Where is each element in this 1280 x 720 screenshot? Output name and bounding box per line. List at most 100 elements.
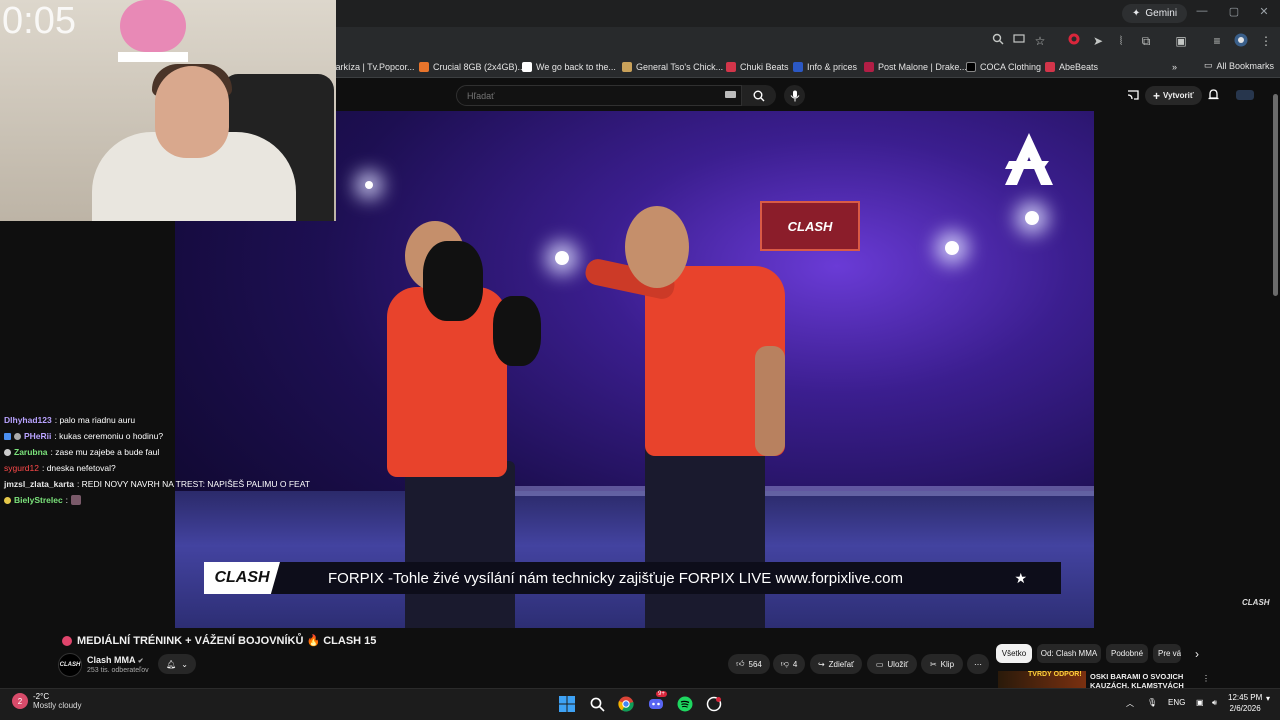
- badge-icon: [4, 432, 11, 440]
- spotify-taskbar-button[interactable]: [675, 694, 695, 714]
- channel-name[interactable]: Clash MMA ✔: [87, 655, 144, 665]
- search-icon: [590, 697, 605, 712]
- create-label: Vytvoriť: [1163, 91, 1194, 100]
- weather-icon: 2: [12, 693, 28, 709]
- system-clock[interactable]: 12:45 PM 2/6/2026: [1228, 692, 1262, 714]
- video-title-row: MEDIÁLNÍ TRÉNINK + VÁŽENÍ BOJOVNÍKŮ 🔥 CL…: [62, 634, 376, 647]
- channel-watermark[interactable]: CLASH: [1242, 598, 1270, 607]
- search-input[interactable]: [457, 86, 741, 106]
- chat-message: Zarubna : zase mu zajebe a bude faul: [0, 444, 320, 460]
- zoom-icon[interactable]: [990, 33, 1006, 49]
- windows-taskbar: [0, 688, 1280, 720]
- like-count: 564: [748, 659, 762, 669]
- network-icon[interactable]: ▣: [1196, 698, 1204, 707]
- language-indicator[interactable]: ENG: [1168, 698, 1185, 707]
- microphone-tray-icon[interactable]: 🎙︎: [1147, 698, 1157, 707]
- recommendation-thumbnail[interactable]: TVRDÝ ODPOR!: [998, 671, 1086, 688]
- bookmark-item[interactable]: Post Malone | Drake...: [864, 60, 967, 74]
- chip-all[interactable]: Všetko: [996, 644, 1032, 663]
- create-button[interactable]: + Vytvoriť: [1145, 86, 1202, 105]
- search-button[interactable]: [742, 85, 776, 106]
- extension-wave-icon[interactable]: ⦚: [1113, 33, 1129, 49]
- account-avatar[interactable]: [1236, 88, 1254, 102]
- bookmark-item[interactable]: We go back to the...: [522, 60, 616, 74]
- chat-text: : palo ma riadnu auru: [54, 415, 136, 425]
- bookmark-item[interactable]: General Tso's Chick...: [622, 60, 723, 74]
- more-actions-button[interactable]: ⋯: [967, 654, 989, 674]
- bookmark-item[interactable]: Markíza | Tv.Popcor...: [328, 60, 415, 74]
- cast-icon: [1127, 90, 1139, 100]
- bookmark-item[interactable]: AbeBeats: [1045, 60, 1098, 74]
- channel-avatar[interactable]: CLASH: [58, 653, 82, 677]
- chip-from-channel[interactable]: Od: Clash MMA: [1037, 644, 1101, 663]
- chrome-taskbar-button[interactable]: [616, 694, 636, 714]
- bookmarks-overflow-icon[interactable]: »: [1172, 60, 1177, 74]
- subscription-bell-button[interactable]: 🔔︎ ⌄: [158, 654, 196, 674]
- minimize-icon[interactable]: —: [1192, 5, 1212, 17]
- cast-button[interactable]: [1126, 88, 1140, 102]
- profile-avatar-icon[interactable]: [1233, 33, 1249, 49]
- clip-button[interactable]: ✂ Klip: [921, 654, 963, 674]
- extension-arrow-icon[interactable]: ➤: [1090, 33, 1106, 49]
- bookmark-item[interactable]: COCA Clothing: [966, 60, 1041, 74]
- arena-light: [555, 251, 569, 265]
- chat-username: sygurd12: [4, 463, 39, 473]
- share-button[interactable]: ↪ Zdieľať: [810, 654, 862, 674]
- dislike-button[interactable]: 👎︎ 4: [773, 654, 805, 674]
- bookmark-item[interactable]: Chuki Beats: [726, 60, 789, 74]
- start-button[interactable]: [557, 694, 577, 714]
- sidepanel-icon[interactable]: ▣: [1173, 33, 1189, 49]
- bookmark-item[interactable]: Crucial 8GB (2x4GB)...: [419, 60, 525, 74]
- chevron-right-icon[interactable]: ›: [1186, 644, 1208, 663]
- arena-light: [945, 241, 959, 255]
- video-title: MEDIÁLNÍ TRÉNINK + VÁŽENÍ BOJOVNÍKŮ 🔥 CL…: [77, 635, 377, 647]
- search-box[interactable]: [456, 85, 742, 106]
- clock-date: 2/6/2026: [1229, 704, 1261, 713]
- notification-center-icon[interactable]: ▾: [1266, 694, 1270, 703]
- all-bookmarks-label: All Bookmarks: [1216, 60, 1275, 71]
- bookmark-star-icon[interactable]: ☆: [1032, 33, 1048, 49]
- chat-username: jmzsl_zlata_karta: [4, 479, 74, 489]
- sponsor-banner: CLASH FORPIX -Tohle živé vysílání nám te…: [204, 562, 1061, 594]
- recommendation-menu-icon[interactable]: ⋮: [1198, 671, 1214, 685]
- maximize-icon[interactable]: ▢: [1224, 5, 1244, 18]
- chat-text: : REDI NOVY NAVRH NA TREST: NAPIŠEŠ PALI…: [76, 479, 310, 489]
- share-arrow-icon: ↪: [817, 659, 825, 669]
- keyboard-icon[interactable]: [725, 91, 736, 98]
- close-icon[interactable]: ✕: [1254, 5, 1274, 18]
- minnie-doll: [120, 0, 186, 52]
- app-icon: [706, 696, 722, 712]
- scrollbar-thumb[interactable]: [1273, 94, 1278, 296]
- bookmark-item[interactable]: Info & prices: [793, 60, 857, 74]
- google-favicon-icon: [522, 62, 532, 72]
- chip-related[interactable]: Podobné: [1106, 644, 1148, 663]
- recommendation-title[interactable]: OSKI BARAMI O SVOJICH KAUZÁCH, KLAMSTVÁC…: [1090, 672, 1190, 688]
- discord-taskbar-button[interactable]: 9+: [646, 691, 667, 714]
- volume-icon[interactable]: 🔊︎: [1212, 698, 1217, 708]
- verified-icon: ✔: [137, 658, 144, 665]
- like-button[interactable]: 👍︎ 564: [728, 654, 770, 674]
- gemini-button[interactable]: ✦ Gemini: [1122, 4, 1188, 23]
- chat-username: Zarubna: [14, 447, 48, 457]
- menu-kebab-icon[interactable]: ⋮: [1258, 33, 1274, 49]
- taskbar-search-button[interactable]: [587, 694, 607, 714]
- all-bookmarks-button[interactable]: ▭ All Bookmarks: [1204, 60, 1274, 71]
- weather-widget[interactable]: 2 -2°C Mostly cloudy: [12, 692, 81, 710]
- save-button[interactable]: ▭ Uložiť: [867, 654, 917, 674]
- badge-icon: [4, 448, 11, 456]
- tray-overflow-icon[interactable]: ︿: [1126, 698, 1134, 709]
- cast-icon[interactable]: [1011, 33, 1027, 49]
- voice-search-button[interactable]: [784, 85, 805, 106]
- clip-label: Klip: [940, 659, 955, 669]
- extension-opera-icon[interactable]: [1066, 33, 1082, 49]
- extensions-puzzle-icon[interactable]: ⧉: [1138, 33, 1154, 49]
- microphone-icon: [790, 90, 799, 101]
- weather-desc: Mostly cloudy: [33, 701, 82, 710]
- emote-icon: [71, 495, 82, 505]
- bookmark-label: COCA Clothing: [980, 62, 1042, 72]
- app-taskbar-button[interactable]: [704, 694, 724, 714]
- chip-for-you[interactable]: Pre vás: [1153, 644, 1181, 663]
- clash-logo: CLASH: [204, 562, 280, 594]
- media-control-icon[interactable]: ≡: [1209, 33, 1225, 49]
- notifications-button[interactable]: [1207, 88, 1221, 102]
